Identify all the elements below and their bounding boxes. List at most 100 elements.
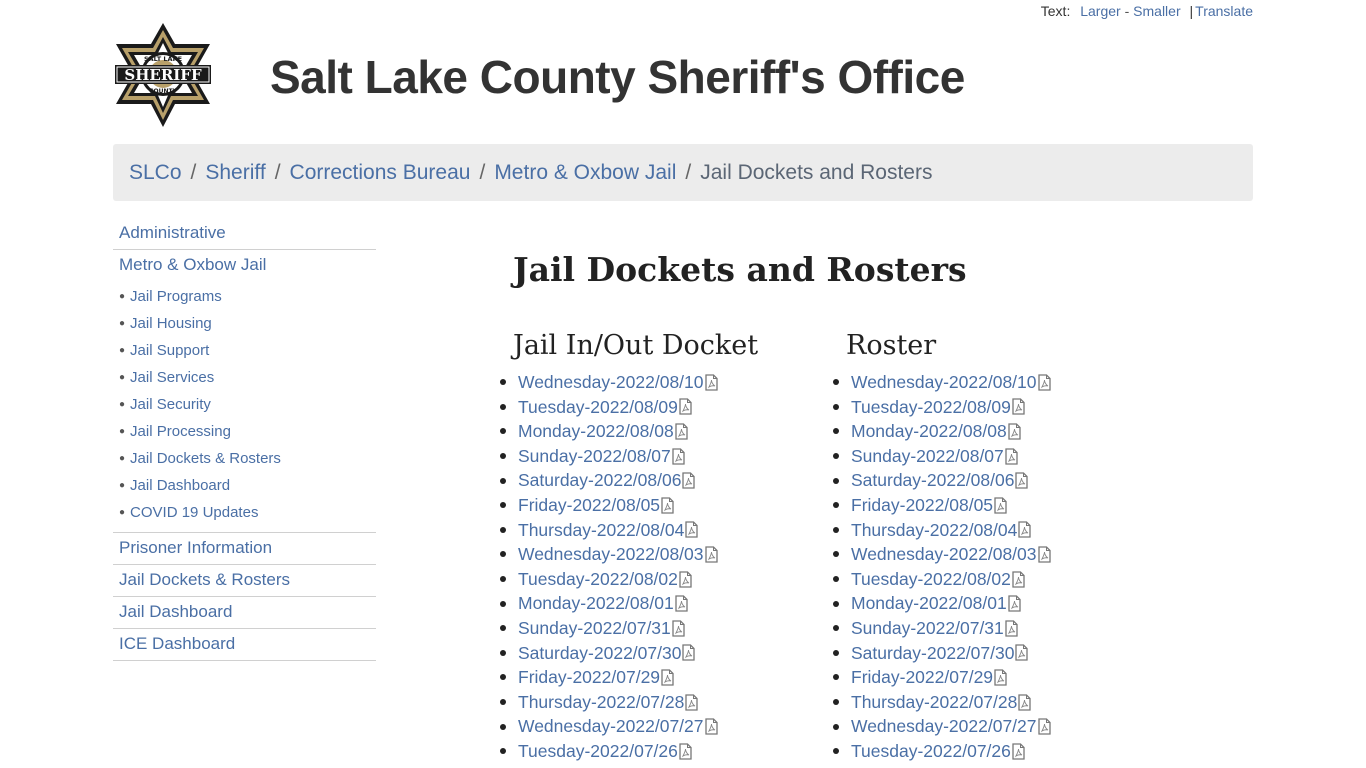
bullet-icon <box>500 748 506 755</box>
sidebar-subitem-label: Jail Housing <box>130 315 212 332</box>
roster-pdf-link[interactable]: Sunday-2022/07/31 <box>851 616 1004 641</box>
docket-pdf-link[interactable]: Friday-2022/08/05 <box>518 493 660 518</box>
docket-pdf-link[interactable]: Thursday-2022/08/04 <box>518 518 684 543</box>
docket-list-item: Saturday-2022/08/06 <box>500 468 758 493</box>
text-larger-link[interactable]: Larger <box>1080 3 1120 19</box>
docket-pdf-link[interactable]: Wednesday-2022/08/03 <box>518 542 704 567</box>
pdf-file-icon <box>704 374 718 391</box>
roster-heading: Roster <box>846 330 937 361</box>
sidebar-nav: Administrative Metro & Oxbow Jail ● Jail … <box>113 218 376 661</box>
pipe-separator: | <box>1189 3 1194 19</box>
roster-pdf-link[interactable]: Saturday-2022/08/06 <box>851 468 1014 493</box>
roster-list-item: Wednesday-2022/08/10 <box>833 370 1051 395</box>
bullet-icon: ● <box>119 453 126 464</box>
docket-pdf-link[interactable]: Tuesday-2022/08/09 <box>518 395 678 420</box>
roster-list-item: Saturday-2022/08/06 <box>833 468 1051 493</box>
roster-list-item: Monday-2022/08/01 <box>833 591 1051 616</box>
sheriff-badge-logo[interactable]: SALT LAKE SHERIFF COUNTY <box>113 22 213 128</box>
roster-pdf-link[interactable]: Wednesday-2022/08/03 <box>851 542 1037 567</box>
sidebar-subitem-jail-programs[interactable]: ● Jail Programs <box>113 283 376 310</box>
docket-pdf-link[interactable]: Saturday-2022/07/30 <box>518 641 681 666</box>
bullet-icon <box>833 674 839 681</box>
breadcrumb-metro-oxbow-jail[interactable]: Metro & Oxbow Jail <box>494 161 676 185</box>
docket-list-item: Sunday-2022/08/07 <box>500 444 758 469</box>
breadcrumb-corrections-bureau[interactable]: Corrections Bureau <box>290 161 471 185</box>
roster-pdf-link[interactable]: Wednesday-2022/08/10 <box>851 370 1037 395</box>
sidebar-subitem-jail-security[interactable]: ● Jail Security <box>113 391 376 418</box>
sidebar-subitem-jail-dockets-rosters[interactable]: ● Jail Dockets & Rosters <box>113 445 376 472</box>
bullet-icon <box>500 576 506 583</box>
pdf-file-icon <box>685 521 699 539</box>
docket-pdf-link[interactable]: Tuesday-2022/07/26 <box>518 739 678 764</box>
pdf-file-icon <box>682 644 696 661</box>
roster-pdf-link[interactable]: Wednesday-2022/07/27 <box>851 714 1037 739</box>
sidebar-item-jail-dockets-rosters[interactable]: Jail Dockets & Rosters <box>113 565 376 597</box>
docket-pdf-link[interactable]: Friday-2022/07/29 <box>518 665 660 690</box>
sidebar-subitem-jail-services[interactable]: ● Jail Services <box>113 364 376 391</box>
sidebar-subitem-jail-support[interactable]: ● Jail Support <box>113 337 376 364</box>
translate-link[interactable]: Translate <box>1195 3 1253 19</box>
roster-list-item: Sunday-2022/07/31 <box>833 616 1051 641</box>
docket-pdf-link[interactable]: Tuesday-2022/08/02 <box>518 567 678 592</box>
roster-pdf-link[interactable]: Monday-2022/08/01 <box>851 591 1007 616</box>
docket-list-item: Thursday-2022/07/28 <box>500 690 758 715</box>
sidebar-subitem-covid-19-updates[interactable]: ● COVID 19 Updates <box>113 499 376 526</box>
sidebar-item-metro-oxbow-jail[interactable]: Metro & Oxbow Jail <box>113 250 376 281</box>
bullet-icon <box>500 699 506 706</box>
roster-pdf-link[interactable]: Thursday-2022/07/28 <box>851 690 1017 715</box>
pdf-file-icon <box>1037 374 1051 391</box>
bullet-icon <box>500 379 506 386</box>
bullet-icon <box>500 551 506 558</box>
docket-pdf-link[interactable]: Sunday-2022/07/31 <box>518 616 671 641</box>
sidebar-subitem-label: Jail Programs <box>130 288 222 305</box>
pdf-file-icon <box>1037 546 1051 563</box>
text-smaller-link[interactable]: Smaller <box>1133 3 1180 19</box>
sidebar-item-prisoner-information[interactable]: Prisoner Information <box>113 533 376 565</box>
docket-pdf-link[interactable]: Saturday-2022/08/06 <box>518 468 681 493</box>
roster-pdf-link[interactable]: Friday-2022/08/05 <box>851 493 993 518</box>
roster-pdf-link[interactable]: Friday-2022/07/29 <box>851 665 993 690</box>
sidebar-item-jail-dashboard[interactable]: Jail Dashboard <box>113 597 376 629</box>
sidebar-subitem-jail-processing[interactable]: ● Jail Processing <box>113 418 376 445</box>
bullet-icon <box>500 428 506 435</box>
pdf-file-icon <box>675 423 688 440</box>
sidebar-item-ice-dashboard[interactable]: ICE Dashboard <box>113 629 376 661</box>
roster-pdf-link[interactable]: Thursday-2022/08/04 <box>851 518 1017 543</box>
docket-pdf-link[interactable]: Monday-2022/08/01 <box>518 591 674 616</box>
sidebar-subitem-jail-housing[interactable]: ● Jail Housing <box>113 310 376 337</box>
sidebar-subitem-label: Jail Processing <box>130 423 231 440</box>
pdf-file-icon <box>675 595 688 612</box>
docket-pdf-link[interactable]: Wednesday-2022/07/27 <box>518 714 704 739</box>
sidebar-subitem-jail-dashboard[interactable]: ● Jail Dashboard <box>113 472 376 499</box>
breadcrumb-slco[interactable]: SLCo <box>129 161 182 185</box>
breadcrumb-current: Jail Dockets and Rosters <box>700 160 933 184</box>
docket-pdf-link[interactable]: Thursday-2022/07/28 <box>518 690 684 715</box>
bullet-icon: ● <box>119 507 126 518</box>
text-size-separator: - <box>1124 3 1130 19</box>
sidebar-subitem-label: COVID 19 Updates <box>130 504 259 521</box>
pdf-file-icon <box>704 546 718 563</box>
docket-pdf-link[interactable]: Wednesday-2022/08/10 <box>518 370 704 395</box>
bullet-icon <box>500 477 506 484</box>
roster-pdf-link[interactable]: Monday-2022/08/08 <box>851 419 1007 444</box>
docket-pdf-link[interactable]: Sunday-2022/08/07 <box>518 444 671 469</box>
bullet-icon <box>833 453 839 460</box>
sidebar-item-administrative[interactable]: Administrative <box>113 218 376 250</box>
bullet-icon <box>833 551 839 558</box>
pdf-file-icon <box>682 472 696 489</box>
roster-pdf-link[interactable]: Tuesday-2022/07/26 <box>851 739 1011 764</box>
roster-pdf-link[interactable]: Tuesday-2022/08/09 <box>851 395 1011 420</box>
bullet-icon: ● <box>119 426 126 437</box>
pdf-file-icon <box>1012 398 1025 416</box>
pdf-file-icon <box>672 447 685 465</box>
roster-pdf-link[interactable]: Tuesday-2022/08/02 <box>851 567 1011 592</box>
breadcrumb-sheriff[interactable]: Sheriff <box>205 161 265 185</box>
docket-pdf-link[interactable]: Monday-2022/08/08 <box>518 419 674 444</box>
roster-pdf-link[interactable]: Sunday-2022/08/07 <box>851 444 1004 469</box>
roster-pdf-link[interactable]: Saturday-2022/07/30 <box>851 641 1014 666</box>
bullet-icon <box>833 649 839 656</box>
bullet-icon: ● <box>119 480 126 491</box>
bullet-icon <box>500 625 506 632</box>
roster-list-item: Wednesday-2022/08/03 <box>833 542 1051 567</box>
sidebar-submenu: ● Jail Programs ● Jail Housing ● Jail Suppo… <box>113 281 376 533</box>
